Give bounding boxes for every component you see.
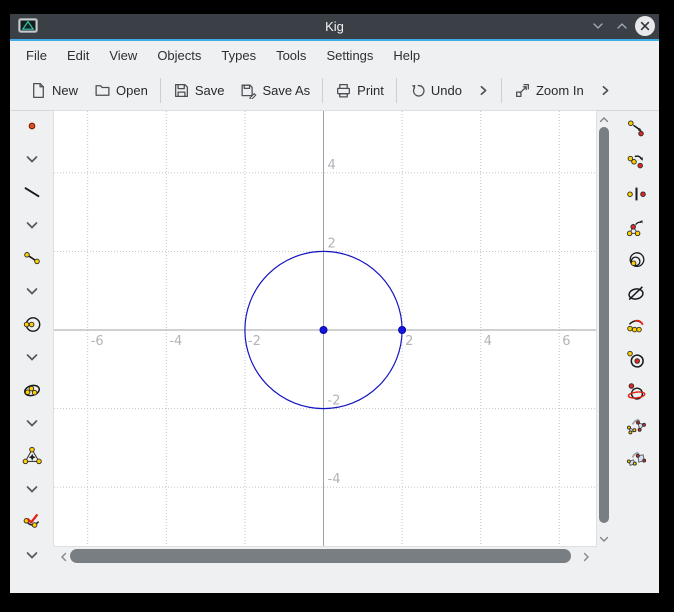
toolbar-undo-button[interactable]: Undo: [401, 75, 470, 105]
toolbar-button-label: Print: [357, 83, 384, 98]
chevron-down-icon[interactable]: [22, 281, 42, 301]
horizontal-scrollbar: [54, 547, 596, 565]
toolbar-open-button[interactable]: Open: [86, 75, 156, 105]
toolbar-overflow-button[interactable]: [592, 75, 619, 105]
content-area: -6 -4 -2 2 4 6 4 2 -2 -4: [10, 110, 659, 594]
toolbar-button-label: Save As: [262, 83, 310, 98]
save-icon: [173, 82, 190, 99]
arc-tool-icon[interactable]: [626, 316, 646, 336]
projection-tool-icon[interactable]: [626, 382, 646, 402]
translate-tool-icon[interactable]: [626, 118, 646, 138]
undo-icon: [409, 82, 426, 99]
menu-file[interactable]: File: [16, 41, 57, 70]
y-axis-tick-label: -2: [328, 394, 341, 409]
toolbar-zoom-in-button[interactable]: Zoom In: [506, 75, 592, 105]
horizontal-scrollbar-thumb[interactable]: [70, 549, 571, 563]
triangle-rotate-tool-icon[interactable]: [626, 217, 646, 237]
affinity-tool-icon[interactable]: [626, 448, 646, 468]
toolbar-button-label: Open: [116, 83, 148, 98]
toolbar-button-label: New: [52, 83, 78, 98]
point-reflection-tool-icon[interactable]: [626, 184, 646, 204]
toolbar-button-label: Zoom In: [536, 83, 584, 98]
toolbar-new-button[interactable]: New: [22, 75, 86, 105]
chevron-down-icon[interactable]: [22, 479, 42, 499]
x-axis-tick-label: -2: [248, 334, 261, 349]
x-axis-tick-label: -6: [91, 334, 104, 349]
toolbar-overflow-button[interactable]: [470, 75, 497, 105]
chevron-right-icon: [475, 82, 492, 99]
segment-tool-icon[interactable]: [22, 248, 42, 268]
toolbar-separator: [501, 78, 502, 103]
kig-window: Kig FileEditViewObjectsTypesToolsSetting…: [10, 14, 659, 593]
menu-view[interactable]: View: [99, 41, 147, 70]
save-as-icon: [240, 82, 257, 99]
zoom-in-icon: [514, 82, 531, 99]
x-axis-tick-label: 4: [484, 334, 492, 349]
x-axis-tick-label: -4: [169, 334, 182, 349]
rotate-tool-icon[interactable]: [626, 151, 646, 171]
toolbar-separator: [160, 78, 161, 103]
polygon-tool-icon[interactable]: [22, 446, 42, 466]
right-tool-panel: [612, 111, 659, 571]
printer-icon: [335, 82, 352, 99]
scroll-down-icon[interactable]: [598, 532, 610, 550]
menu-edit[interactable]: Edit: [57, 41, 99, 70]
toolbar-print-button[interactable]: Print: [327, 75, 392, 105]
crossed-circle-tool-icon[interactable]: [626, 283, 646, 303]
circle-inversion-tool-icon[interactable]: [626, 349, 646, 369]
geometry-canvas[interactable]: -6 -4 -2 2 4 6 4 2 -2 -4: [54, 111, 596, 546]
chevron-down-icon[interactable]: [22, 215, 42, 235]
point-object[interactable]: [320, 326, 327, 333]
menu-bar: FileEditViewObjectsTypesToolsSettingsHel…: [10, 41, 659, 70]
test-tool-icon[interactable]: [22, 512, 42, 532]
toolbar-save-button[interactable]: Save: [165, 75, 233, 105]
vertical-scrollbar: [596, 111, 612, 546]
y-axis-tick-label: -4: [328, 472, 341, 487]
y-axis-tick-label: 2: [328, 236, 336, 251]
chevron-down-icon[interactable]: [22, 545, 42, 565]
chevron-right-icon: [597, 82, 614, 99]
chevron-down-icon[interactable]: [22, 149, 42, 169]
menu-types[interactable]: Types: [211, 41, 266, 70]
menu-settings[interactable]: Settings: [316, 41, 383, 70]
toolbar-save-as-button[interactable]: Save As: [232, 75, 318, 105]
folder-open-icon: [94, 82, 111, 99]
x-axis-tick-label: 6: [562, 334, 570, 349]
toolbar-button-label: Save: [195, 83, 225, 98]
scroll-right-icon[interactable]: [580, 550, 592, 568]
left-tool-panel: [10, 111, 54, 571]
toolbar-separator: [396, 78, 397, 103]
window-title: Kig: [10, 14, 659, 39]
x-axis-tick-label: 2: [405, 334, 413, 349]
circle-tool-icon[interactable]: [22, 314, 42, 334]
similitude-tool-icon[interactable]: [626, 415, 646, 435]
close-icon[interactable]: [634, 15, 656, 37]
screen: Kig FileEditViewObjectsTypesToolsSetting…: [0, 0, 674, 612]
concentric-circles-tool-icon[interactable]: [626, 250, 646, 270]
y-axis-tick-label: 4: [328, 158, 336, 173]
chevron-down-icon[interactable]: [22, 413, 42, 433]
vertical-scrollbar-thumb[interactable]: [599, 127, 609, 523]
maximize-icon[interactable]: [614, 18, 630, 34]
menu-help[interactable]: Help: [383, 41, 430, 70]
conic-tool-icon[interactable]: [22, 380, 42, 400]
menu-objects[interactable]: Objects: [147, 41, 211, 70]
main-toolbar: New Open Save Save As Print Undo Zoom In: [10, 70, 659, 110]
chevron-down-icon[interactable]: [22, 347, 42, 367]
menu-tools[interactable]: Tools: [266, 41, 316, 70]
toolbar-button-label: Undo: [431, 83, 462, 98]
minimize-icon[interactable]: [590, 18, 606, 34]
point-tool-icon[interactable]: [22, 116, 42, 136]
document-new-icon: [30, 82, 47, 99]
titlebar[interactable]: Kig: [10, 14, 659, 39]
point-object[interactable]: [399, 326, 406, 333]
toolbar-separator: [322, 78, 323, 103]
line-tool-icon[interactable]: [22, 182, 42, 202]
scroll-left-icon[interactable]: [58, 550, 70, 568]
